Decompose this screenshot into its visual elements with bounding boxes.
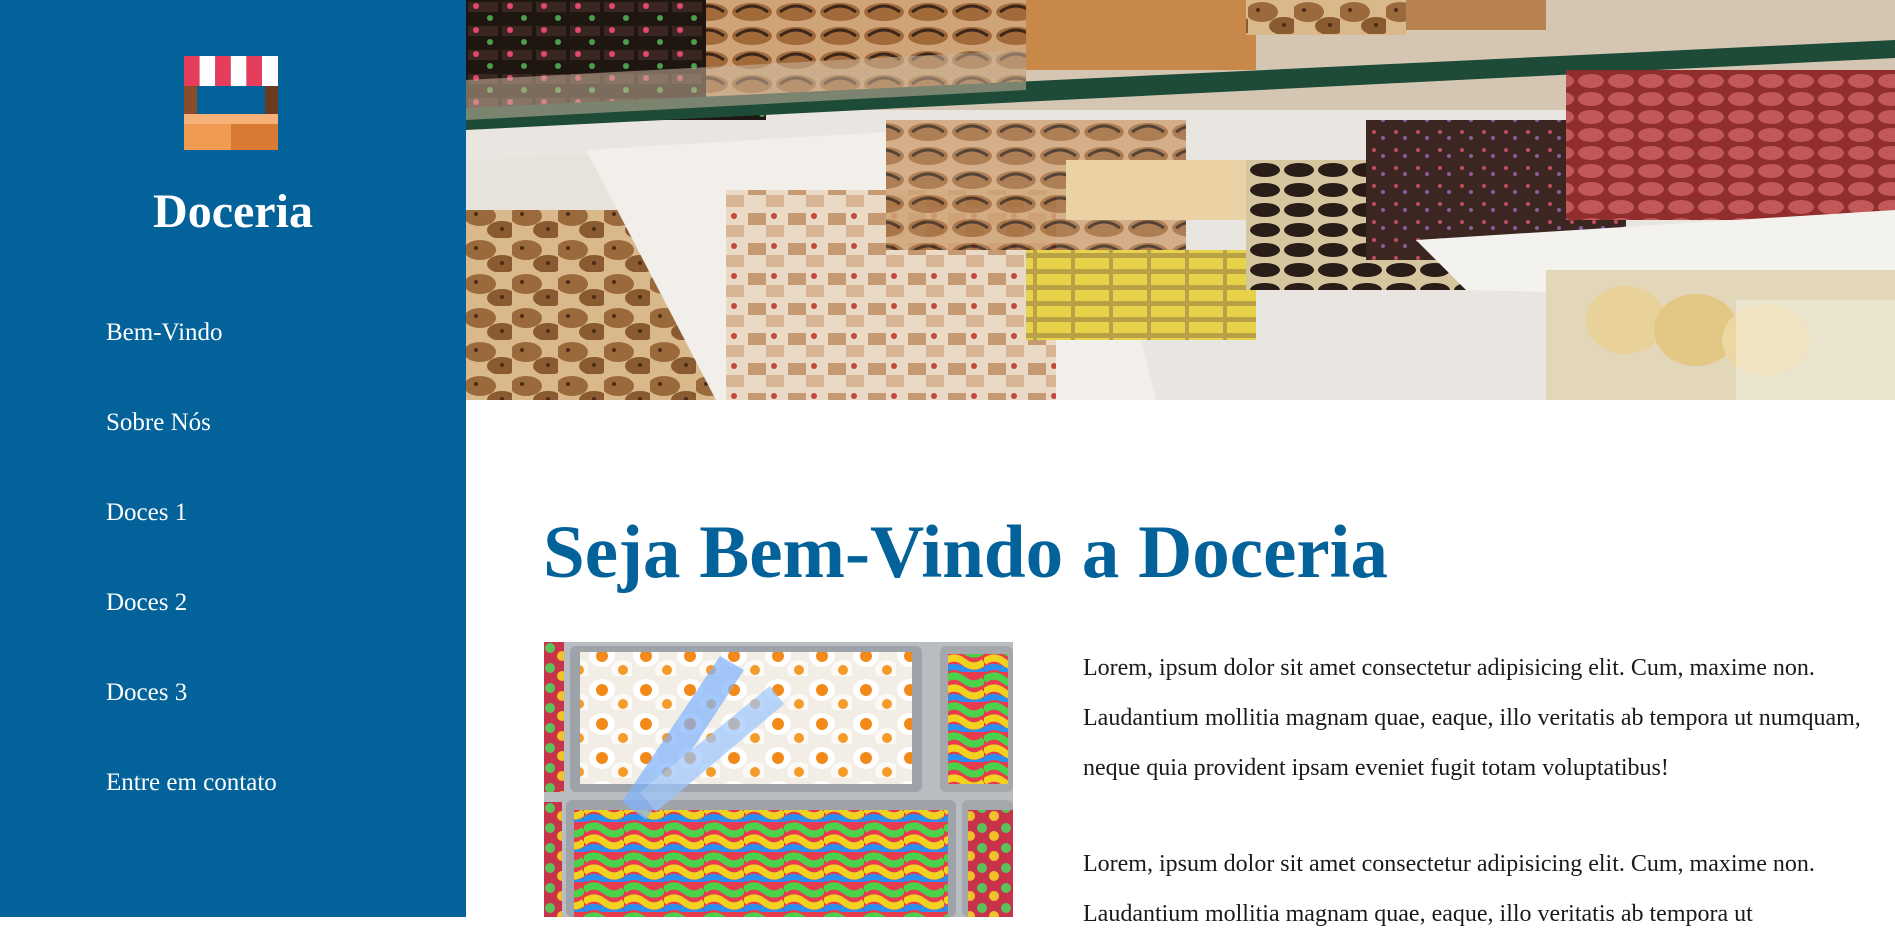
nav-item-doces-2[interactable]: Doces 2 xyxy=(106,588,187,618)
candy-stall-awning-icon xyxy=(184,56,278,150)
nav-item-doces-3[interactable]: Doces 3 xyxy=(106,678,187,708)
sidebar: Doceria Bem-Vindo Sobre Nós Doces 1 Doce… xyxy=(0,0,466,917)
nav-item-entre-em-contato[interactable]: Entre em contato xyxy=(106,768,277,798)
brand-name: Doceria xyxy=(153,185,313,238)
candy-image xyxy=(544,642,1013,917)
intro-paragraph-2: Lorem, ipsum dolor sit amet consectetur … xyxy=(1083,851,1815,927)
intro-paragraph-1: Lorem, ipsum dolor sit amet consectetur … xyxy=(1083,655,1861,781)
nav-item-sobre-nos[interactable]: Sobre Nós xyxy=(106,408,211,438)
nav-item-bem-vindo[interactable]: Bem-Vindo xyxy=(106,318,223,348)
page-title: Seja Bem-Vindo a Doceria xyxy=(543,511,1388,594)
nav-item-doces-1[interactable]: Doces 1 xyxy=(106,498,187,528)
hero-image xyxy=(466,0,1895,400)
